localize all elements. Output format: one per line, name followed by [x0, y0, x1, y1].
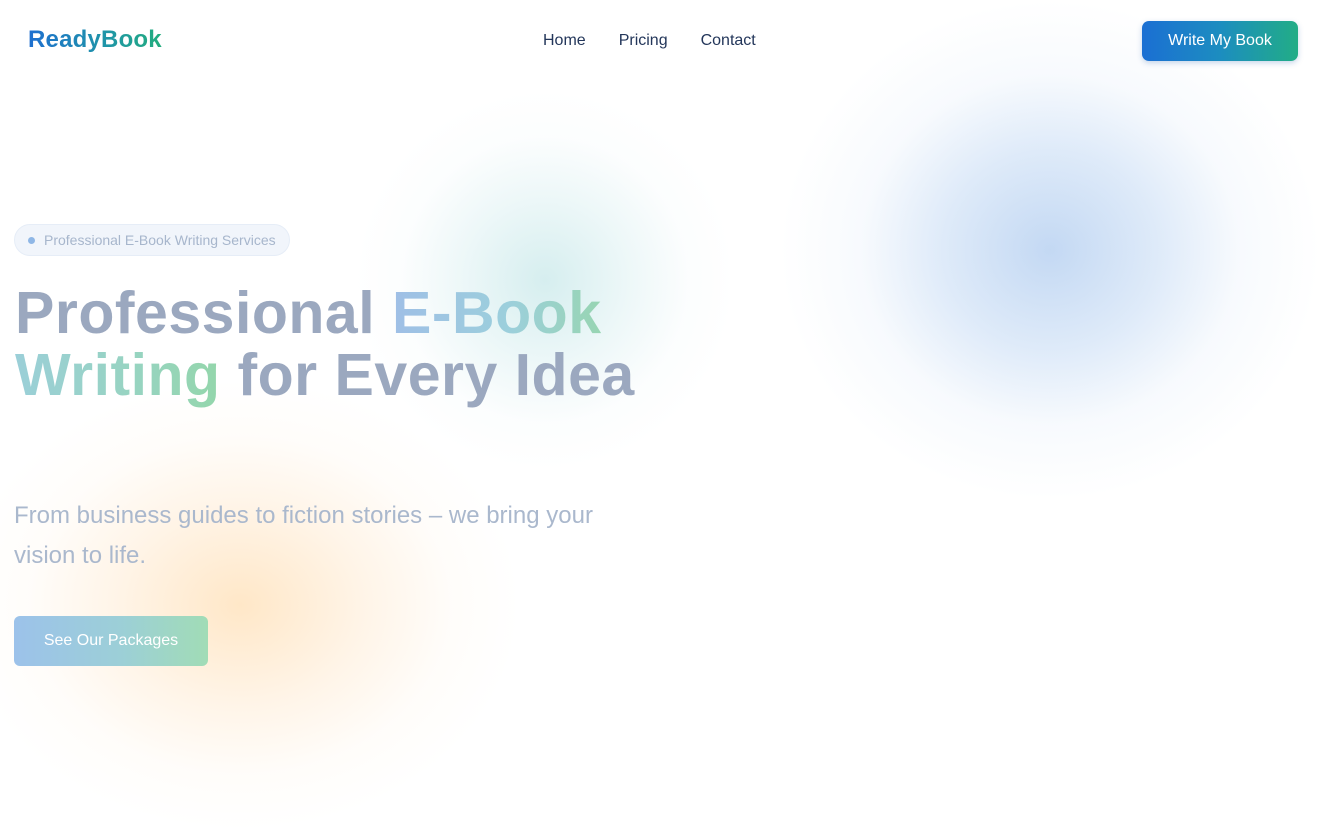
badge-dot-icon [28, 236, 35, 244]
headline-text-professional: Professional [15, 280, 393, 346]
hero-headline: Professional E-Book Writing for Every Ide… [15, 282, 655, 406]
main-nav: Home Pricing Contact [543, 31, 756, 51]
write-my-book-button[interactable]: Write My Book [1142, 21, 1298, 61]
logo[interactable]: ReadyBook [28, 26, 162, 54]
nav-link-home[interactable]: Home [543, 31, 586, 51]
nav-link-pricing[interactable]: Pricing [619, 31, 668, 51]
hero-badge: Professional E-Book Writing Services [14, 224, 290, 256]
badge-label: Professional E-Book Writing Services [44, 232, 276, 248]
site-header: ReadyBook Home Pricing Contact Write My … [0, 0, 1326, 82]
nav-link-contact[interactable]: Contact [701, 31, 756, 51]
see-our-packages-button[interactable]: See Our Packages [14, 616, 208, 666]
background-blob-orange [0, 380, 520, 830]
hero-subtext: From business guides to fiction stories … [14, 502, 593, 569]
headline-text-for-every-idea: for Every Idea [220, 342, 635, 408]
headline-highlight-ebook: E-Book [392, 280, 602, 346]
headline-highlight-writing: Writing [15, 342, 221, 408]
